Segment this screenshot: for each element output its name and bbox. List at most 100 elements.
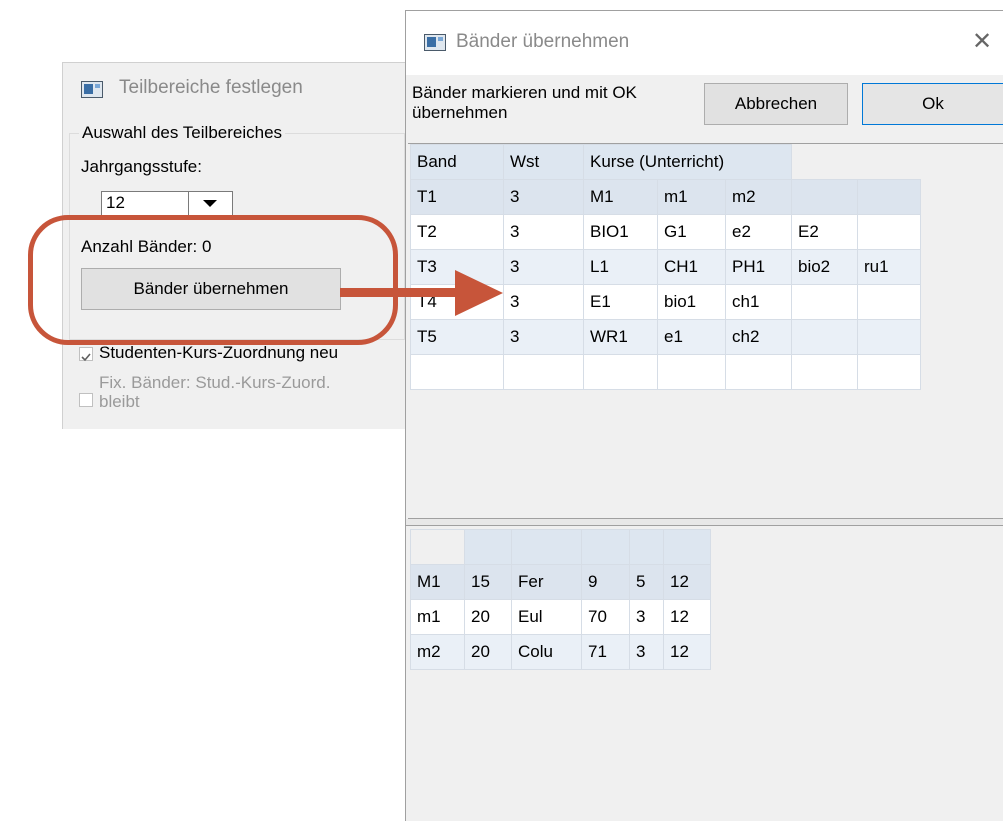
table-cell[interactable]: 71 <box>581 634 630 670</box>
table-cell[interactable]: bio1 <box>657 284 726 320</box>
ok-button[interactable]: Ok <box>862 83 1003 125</box>
table-cell[interactable]: ch1 <box>725 284 792 320</box>
bands-table: Band Wst Kurse (Unterricht) T1 3 M1 m1 m… <box>410 144 921 390</box>
table-cell[interactable] <box>503 354 584 390</box>
table-cell[interactable]: L1 <box>583 249 658 285</box>
column-header[interactable] <box>464 529 512 565</box>
checkmark-icon <box>81 353 91 362</box>
table-cell[interactable]: M1 <box>583 179 658 215</box>
checkbox-student-course[interactable]: Studenten-Kurs-Zuordnung neu <box>79 343 409 365</box>
checkbox-fix-baender-label-line1: Fix. Bänder: Stud.-Kurs-Zuord. <box>99 373 331 392</box>
table-cell[interactable]: e1 <box>657 319 726 355</box>
table-cell[interactable] <box>857 284 921 320</box>
column-header-wst[interactable]: Wst <box>503 144 584 180</box>
checkbox-fix-baender[interactable]: Fix. Bänder: Stud.-Kurs-Zuord. bleibt <box>79 373 409 423</box>
checkbox-student-course-label: Studenten-Kurs-Zuordnung neu <box>99 343 339 362</box>
table-cell[interactable]: m1 <box>657 179 726 215</box>
table-cell[interactable]: 3 <box>503 284 584 320</box>
year-label: Jahrgangsstufe: <box>81 157 202 176</box>
table-cell[interactable]: Colu <box>511 634 582 670</box>
table-cell[interactable] <box>857 214 921 250</box>
year-combobox-value: 12 <box>106 193 125 212</box>
table-row[interactable]: T2 3 BIO1 G1 e2 E2 <box>410 214 921 250</box>
table-cell[interactable] <box>583 354 658 390</box>
table-cell[interactable]: m1 <box>410 599 465 635</box>
table-cell[interactable]: G1 <box>657 214 726 250</box>
table-row[interactable]: T1 3 M1 m1 m2 <box>410 179 921 215</box>
table-cell[interactable]: 3 <box>503 179 584 215</box>
table-cell[interactable] <box>410 354 504 390</box>
table-cell[interactable]: 3 <box>629 634 664 670</box>
column-header-band[interactable]: Band <box>410 144 504 180</box>
table-cell[interactable] <box>857 354 921 390</box>
bands-grid-area: Band Wst Kurse (Unterricht) T1 3 M1 m1 m… <box>408 143 1003 519</box>
table-cell[interactable]: 70 <box>581 599 630 635</box>
table-cell[interactable]: 15 <box>464 564 512 600</box>
column-header-kurse[interactable]: Kurse (Unterricht) <box>583 144 792 180</box>
annotation-arrow-shaft <box>340 288 460 297</box>
table-cell[interactable]: Eul <box>511 599 582 635</box>
table-cell[interactable]: WR1 <box>583 319 658 355</box>
table-cell[interactable]: E1 <box>583 284 658 320</box>
column-header[interactable] <box>629 529 664 565</box>
detail-table-header <box>410 529 711 565</box>
window-app-icon <box>81 81 103 98</box>
column-header[interactable] <box>581 529 630 565</box>
table-cell[interactable]: T1 <box>410 179 504 215</box>
table-cell[interactable]: 3 <box>503 249 584 285</box>
table-cell[interactable] <box>857 179 921 215</box>
table-cell[interactable]: ch2 <box>725 319 792 355</box>
table-cell[interactable]: CH1 <box>657 249 726 285</box>
table-cell[interactable] <box>657 354 726 390</box>
table-cell[interactable]: 5 <box>629 564 664 600</box>
window-app-icon <box>424 34 446 51</box>
instruction-line2: übernehmen <box>412 103 508 122</box>
checkbox-student-course-box[interactable] <box>79 347 93 362</box>
table-cell[interactable] <box>791 319 858 355</box>
table-row-empty[interactable] <box>410 354 921 390</box>
table-cell[interactable]: 3 <box>503 214 584 250</box>
cancel-button[interactable]: Abbrechen <box>704 83 848 125</box>
close-icon[interactable]: ✕ <box>972 27 992 56</box>
table-cell[interactable]: BIO1 <box>583 214 658 250</box>
table-cell[interactable]: bio2 <box>791 249 858 285</box>
table-cell[interactable] <box>791 284 858 320</box>
table-cell[interactable]: 20 <box>464 634 512 670</box>
table-cell[interactable]: 20 <box>464 599 512 635</box>
column-header[interactable] <box>663 529 711 565</box>
table-row[interactable]: T5 3 WR1 e1 ch2 <box>410 319 921 355</box>
baender-uebernehmen-dialog: Bänder übernehmen ✕ Bänder markieren und… <box>405 10 1003 821</box>
table-cell[interactable]: 3 <box>503 319 584 355</box>
table-cell[interactable]: Fer <box>511 564 582 600</box>
year-combobox-button[interactable] <box>188 192 232 216</box>
table-cell[interactable]: E2 <box>791 214 858 250</box>
bands-table-header: Band Wst Kurse (Unterricht) <box>410 144 921 180</box>
year-combobox[interactable]: 12 <box>101 191 233 217</box>
table-cell[interactable]: PH1 <box>725 249 792 285</box>
table-cell[interactable]: 12 <box>663 599 711 635</box>
table-row[interactable]: m1 20 Eul 70 3 12 <box>410 599 711 635</box>
table-cell[interactable]: m2 <box>725 179 792 215</box>
checkbox-fix-baender-box[interactable] <box>79 393 93 407</box>
table-cell[interactable]: 12 <box>663 564 711 600</box>
column-header[interactable] <box>410 529 465 565</box>
table-row[interactable]: M1 15 Fer 9 5 12 <box>410 564 711 600</box>
column-header[interactable] <box>511 529 582 565</box>
table-cell[interactable]: m2 <box>410 634 465 670</box>
splitter[interactable] <box>406 519 1003 526</box>
table-cell[interactable]: 9 <box>581 564 630 600</box>
table-cell[interactable]: T5 <box>410 319 504 355</box>
table-row[interactable]: m2 20 Colu 71 3 12 <box>410 634 711 670</box>
table-cell[interactable]: ru1 <box>857 249 921 285</box>
table-cell[interactable]: e2 <box>725 214 792 250</box>
table-cell[interactable] <box>791 179 858 215</box>
highlight-oval <box>28 215 398 345</box>
table-cell[interactable]: 3 <box>629 599 664 635</box>
table-cell[interactable]: 12 <box>663 634 711 670</box>
table-cell[interactable]: T2 <box>410 214 504 250</box>
table-cell[interactable] <box>857 319 921 355</box>
window-title: Teilbereiche festlegen <box>119 77 303 98</box>
table-cell[interactable] <box>791 354 858 390</box>
table-cell[interactable] <box>725 354 792 390</box>
table-cell[interactable]: M1 <box>410 564 465 600</box>
